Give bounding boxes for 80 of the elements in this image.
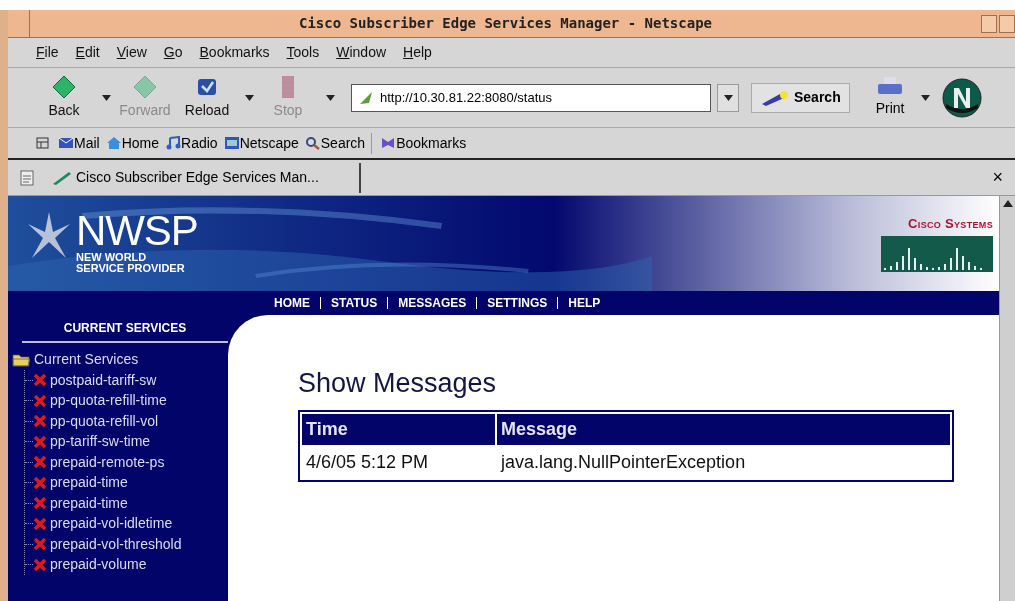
- logo-text: NWSP: [76, 210, 198, 252]
- sidebar-heading: CURRENT SERVICES: [22, 319, 228, 343]
- back-arrow-icon: [51, 74, 77, 100]
- error-x-icon: [33, 497, 47, 510]
- error-x-icon: [33, 415, 47, 428]
- address-dropdown-button[interactable]: [717, 83, 739, 112]
- caret-icon[interactable]: [245, 94, 254, 101]
- caret-icon[interactable]: [326, 94, 335, 101]
- nav-link[interactable]: MESSAGES: [398, 294, 467, 312]
- folder-icon[interactable]: [12, 352, 30, 367]
- address-field[interactable]: http://10.30.81.22:8080/status: [351, 83, 711, 112]
- caret-icon[interactable]: [723, 94, 733, 101]
- error-x-icon: [33, 394, 47, 407]
- error-x-icon: [33, 476, 47, 489]
- page-heading: Show Messages: [298, 367, 498, 400]
- browser-tab[interactable]: Cisco Subscriber Edge Services Man...: [46, 162, 361, 193]
- window-title: Cisco Subscriber Edge Services Manager - Netscape: [298, 14, 713, 33]
- personal-toolbar-link[interactable]: Bookmarks: [396, 132, 467, 154]
- home-icon: [105, 136, 122, 150]
- personal-toolbar-link[interactable]: Netscape: [239, 132, 299, 154]
- forward-arrow-icon: [132, 74, 158, 100]
- tree-item[interactable]: prepaid-time: [50, 472, 128, 494]
- menu-item[interactable]: Bookmarks: [199, 42, 270, 63]
- menu-item[interactable]: View: [116, 42, 147, 63]
- pen-icon: [52, 170, 72, 185]
- tree-item[interactable]: pp-tariff-sw-time: [50, 431, 151, 453]
- nav-link[interactable]: HELP: [568, 294, 601, 312]
- nav-link[interactable]: SETTINGS: [487, 294, 548, 312]
- nav-link[interactable]: STATUS: [331, 294, 378, 312]
- caret-icon[interactable]: [920, 94, 930, 101]
- error-x-icon: [33, 374, 47, 387]
- menu-item[interactable]: Tools: [286, 42, 320, 63]
- table-cell-text: 4/6/05 5:12 PM: [305, 450, 430, 474]
- tree-item[interactable]: prepaid-time: [50, 492, 128, 514]
- error-x-icon: [33, 558, 47, 571]
- search-icon: [304, 136, 321, 150]
- toolbar-button[interactable]: Back: [36, 74, 92, 121]
- music-note-icon: [165, 136, 182, 150]
- print-button[interactable]: Print: [875, 76, 905, 119]
- tree-item[interactable]: prepaid-vol-threshold: [50, 533, 182, 555]
- table-cell-text: java.lang.NullPointerException: [499, 450, 747, 474]
- logo-tagline: SERVICE PROVIDER: [76, 263, 186, 274]
- tree-item[interactable]: prepaid-volume: [50, 554, 147, 576]
- column-header: Message: [497, 413, 950, 445]
- tree-item[interactable]: prepaid-vol-idletime: [50, 513, 173, 535]
- personal-toolbar-link[interactable]: Home: [121, 132, 160, 154]
- tree-item[interactable]: prepaid-remote-ps: [50, 451, 165, 473]
- logo-tagline: NEW WORLD: [76, 252, 148, 263]
- scrollbar[interactable]: [999, 196, 1015, 601]
- bridge-logo-icon: [881, 235, 993, 272]
- error-x-icon: [33, 456, 47, 469]
- personal-toolbar-link[interactable]: Radio: [181, 132, 218, 154]
- menu-item[interactable]: Go: [163, 42, 183, 63]
- flashlight-icon: [760, 89, 790, 106]
- maximize-button[interactable]: [999, 14, 1015, 33]
- minimize-button[interactable]: [981, 14, 997, 33]
- tree-item[interactable]: pp-quota-refill-time: [50, 390, 167, 412]
- close-tab-button[interactable]: ×: [992, 164, 1005, 191]
- search-button[interactable]: Search: [751, 82, 850, 113]
- error-x-icon: [33, 435, 47, 448]
- personal-toolbar-link[interactable]: Search: [320, 132, 366, 154]
- tree-item[interactable]: postpaid-tariff-sw: [50, 369, 157, 391]
- brand-text: Cisco Systems: [908, 215, 993, 233]
- personal-toolbar-link[interactable]: Mail: [74, 132, 100, 154]
- error-x-icon: [33, 517, 47, 530]
- sidebar-toggle-icon[interactable]: [36, 136, 52, 150]
- mail-icon: [58, 136, 74, 150]
- menu-item[interactable]: Edit: [75, 42, 100, 63]
- menu-item[interactable]: Window: [336, 42, 387, 63]
- tree-item[interactable]: Current Services: [34, 349, 139, 370]
- menu-item[interactable]: Help: [403, 42, 432, 63]
- netscape-logo-icon[interactable]: [941, 77, 982, 118]
- caret-icon[interactable]: [102, 94, 111, 101]
- column-header: Time: [302, 413, 495, 445]
- tree-item[interactable]: pp-quota-refill-vol: [50, 410, 159, 432]
- menu-item[interactable]: File: [36, 42, 59, 63]
- error-x-icon: [33, 538, 47, 551]
- nav-link[interactable]: HOME: [274, 294, 310, 312]
- scroll-up-arrow-icon[interactable]: [1002, 200, 1013, 207]
- toolbar-button[interactable]: Reload: [179, 74, 235, 121]
